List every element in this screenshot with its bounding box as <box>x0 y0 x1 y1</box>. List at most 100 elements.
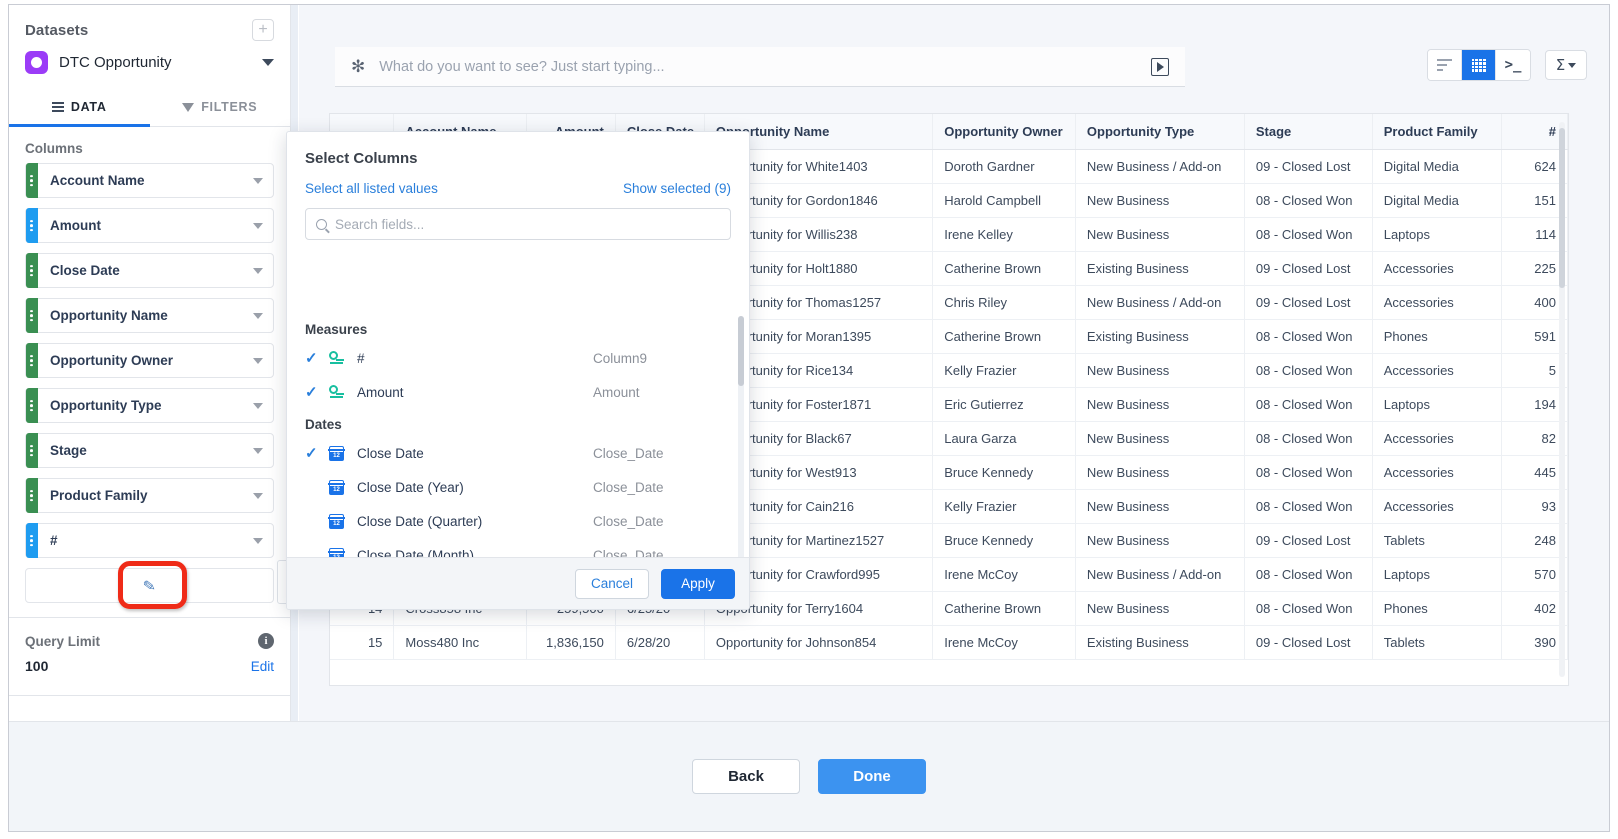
table-cell: New Business / Add-on <box>1075 149 1245 184</box>
table-scrollbar-thumb[interactable] <box>1559 128 1565 288</box>
column-chip[interactable]: Product Family <box>25 478 274 513</box>
table-cell: Doroth Gardner <box>932 149 1076 184</box>
drag-handle-icon[interactable] <box>30 174 33 187</box>
field-checkmark[interactable]: ✓ <box>305 446 329 461</box>
field-source: Column9 <box>593 350 648 366</box>
view-toolbar: >_ Σ <box>1427 49 1587 81</box>
column-chip[interactable]: # <box>25 523 274 558</box>
chevron-down-icon[interactable] <box>253 492 263 499</box>
select-all-link[interactable]: Select all listed values <box>305 181 438 196</box>
drag-handle-icon[interactable] <box>30 354 33 367</box>
table-cell: 248 <box>1501 523 1568 558</box>
search-bar[interactable]: ✻ What do you want to see? Just start ty… <box>335 47 1185 87</box>
table-cell: 09 - Closed Lost <box>1244 251 1373 286</box>
drag-handle-icon[interactable] <box>30 489 33 502</box>
column-chip[interactable]: Close Date <box>25 253 274 288</box>
filter-icon <box>182 102 195 112</box>
query-limit-edit-link[interactable]: Edit <box>251 659 274 674</box>
column-chip[interactable]: Amount <box>25 208 274 243</box>
query-limit-value: 100 <box>25 658 49 674</box>
field-row[interactable]: 12 Close Date (Year) Close_Date <box>305 470 741 504</box>
table-cell: 08 - Closed Won <box>1244 319 1373 354</box>
cancel-button[interactable]: Cancel <box>575 568 649 599</box>
field-row[interactable]: 12 Close Date (Quarter) Close_Date <box>305 504 741 538</box>
table-cell: New Business <box>1075 489 1245 524</box>
table-cell: Kelly Frazier <box>932 353 1076 388</box>
field-source: Close_Date <box>593 513 664 529</box>
run-query-button[interactable] <box>1151 57 1169 76</box>
chevron-down-icon[interactable] <box>253 222 263 229</box>
table-cell: 08 - Closed Won <box>1244 183 1373 218</box>
drag-handle-icon[interactable] <box>30 534 33 547</box>
column-chip[interactable]: Account Name <box>25 163 274 198</box>
table-header-cell[interactable]: Product Family <box>1372 114 1502 150</box>
drag-handle-icon[interactable] <box>30 309 33 322</box>
field-search-input[interactable]: Search fields... <box>305 208 731 240</box>
chevron-down-icon[interactable] <box>253 537 263 544</box>
table-view-button[interactable] <box>1462 50 1496 80</box>
drag-handle-icon[interactable] <box>30 219 33 232</box>
field-search-placeholder: Search fields... <box>335 216 425 232</box>
chevron-down-icon[interactable] <box>253 447 263 454</box>
tab-data[interactable]: DATA <box>9 88 150 126</box>
drag-handle-icon[interactable] <box>30 444 33 457</box>
table-cell: Existing Business <box>1075 625 1245 660</box>
table-cell: Tablets <box>1372 625 1502 660</box>
search-input[interactable]: What do you want to see? Just start typi… <box>379 59 1151 75</box>
column-chip-label: Product Family <box>50 488 148 503</box>
field-row[interactable]: ✓ Amount Amount <box>305 375 741 409</box>
drag-handle-icon[interactable] <box>30 264 33 277</box>
column-chip[interactable]: Stage <box>25 433 274 468</box>
field-source: Close_Date <box>593 547 664 558</box>
info-icon[interactable]: i <box>258 633 274 649</box>
dialog-search-wrap: Search fields... <box>287 196 749 240</box>
dataset-selector[interactable]: DTC Opportunity <box>9 41 290 88</box>
field-row[interactable]: ✓ # Column9 <box>305 341 741 375</box>
table-cell: Catherine Brown <box>932 591 1076 626</box>
tab-filters-label: FILTERS <box>201 100 258 114</box>
drag-handle-icon[interactable] <box>30 399 33 412</box>
column-chip-label: Amount <box>50 218 101 233</box>
calendar-icon: 12 <box>328 547 345 557</box>
column-chip-label: Opportunity Owner <box>50 353 173 368</box>
done-button[interactable]: Done <box>818 759 926 794</box>
tab-filters[interactable]: FILTERS <box>150 88 291 126</box>
table-cell: Existing Business <box>1075 319 1245 354</box>
table-cell: Moss480 Inc <box>393 625 527 660</box>
column-chip[interactable]: Opportunity Type <box>25 388 274 423</box>
show-selected-link[interactable]: Show selected (9) <box>623 181 731 196</box>
table-cell: New Business <box>1075 455 1245 490</box>
chart-view-button[interactable] <box>1428 50 1462 80</box>
aggregate-button[interactable]: Σ <box>1545 50 1587 80</box>
table-cell: Tablets <box>1372 523 1502 558</box>
chevron-down-icon[interactable] <box>253 312 263 319</box>
table-cell: 5 <box>1501 353 1568 388</box>
field-checkmark[interactable]: ✓ <box>305 351 329 366</box>
calendar-icon: 12 <box>328 479 345 495</box>
field-row[interactable]: ✓ 12 Close Date Close_Date <box>305 436 741 470</box>
edit-columns-button[interactable]: ✎ <box>25 568 274 603</box>
apply-button[interactable]: Apply <box>661 568 735 599</box>
chevron-down-icon[interactable] <box>253 267 263 274</box>
chevron-down-icon[interactable] <box>253 357 263 364</box>
field-row[interactable]: 12 Close Date (Month) Close_Date <box>305 538 741 557</box>
table-header-cell[interactable]: Opportunity Owner <box>932 114 1076 150</box>
field-checkmark[interactable]: ✓ <box>305 385 329 400</box>
dialog-scrollbar-thumb[interactable] <box>738 316 744 386</box>
dialog-footer: Cancel Apply <box>287 557 749 609</box>
back-button[interactable]: Back <box>692 759 800 794</box>
table-cell: 15 <box>330 625 395 660</box>
add-dataset-button[interactable]: + <box>252 19 274 41</box>
sql-view-button[interactable]: >_ <box>1496 50 1530 80</box>
column-chip[interactable]: Opportunity Name <box>25 298 274 333</box>
chevron-down-icon[interactable] <box>253 402 263 409</box>
table-header-cell[interactable]: # <box>1501 114 1568 150</box>
table-header-cell[interactable]: Opportunity Type <box>1075 114 1245 150</box>
bar-chart-icon <box>1437 58 1452 72</box>
table-cell: 09 - Closed Lost <box>1244 625 1373 660</box>
column-chip[interactable]: Opportunity Owner <box>25 343 274 378</box>
chevron-down-icon[interactable] <box>253 177 263 184</box>
table-header-cell[interactable]: Stage <box>1244 114 1373 150</box>
chevron-down-icon[interactable] <box>262 59 274 66</box>
field-source: Amount <box>593 384 640 400</box>
